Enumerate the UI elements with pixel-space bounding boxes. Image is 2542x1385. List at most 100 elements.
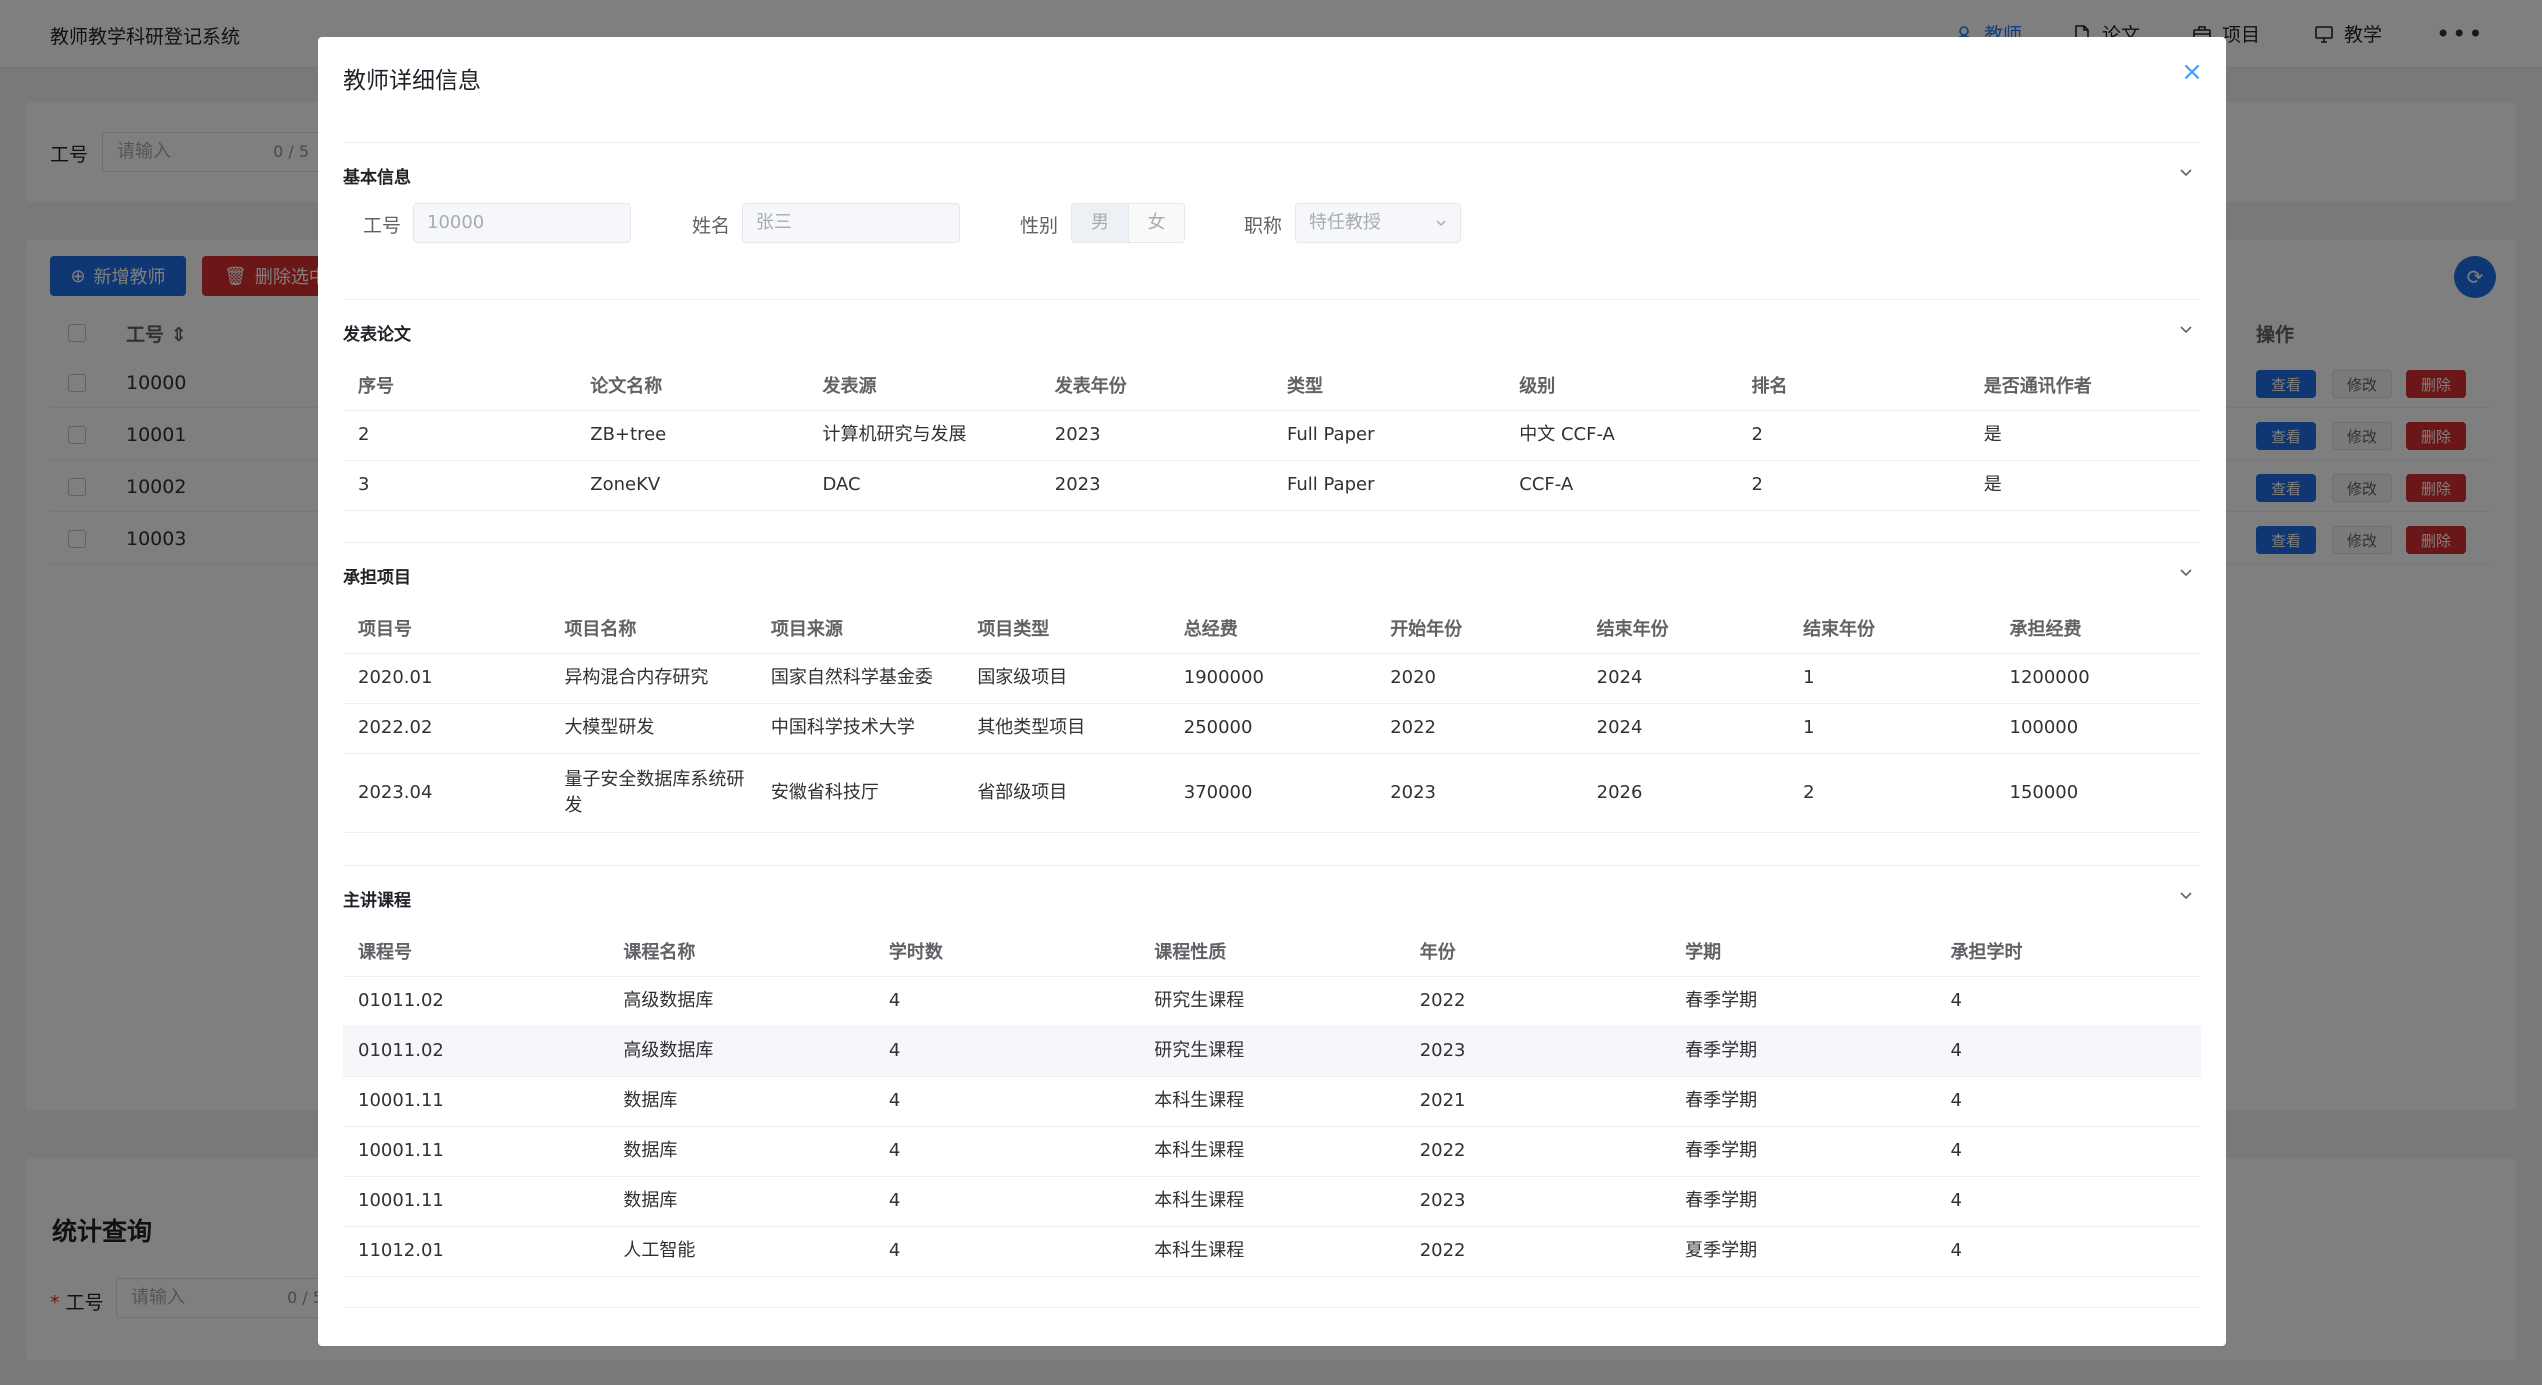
table-row: 2023.04 量子安全数据库系统研发 安徽省科技厅 省部级项目 370000 … [343, 753, 2201, 833]
table-cell: 本科生课程 [1139, 1126, 1405, 1177]
chevron-down-icon[interactable] [2177, 563, 2195, 581]
basic-info-section-header[interactable]: 基本信息 [343, 161, 2201, 191]
column-header: 项目类型 [962, 603, 1169, 654]
courses-title: 主讲课程 [343, 891, 411, 911]
column-header: 发表年份 [1039, 360, 1272, 411]
table-cell: 1200000 [1994, 653, 2201, 704]
column-header: 类型 [1272, 360, 1505, 411]
courses-table: 课程号 课程名称 学时数 课程性质 年份 学期 承担学时 01011.02 高级… [343, 926, 2201, 1277]
table-cell: 11012.01 [343, 1226, 609, 1277]
column-header: 发表源 [807, 360, 1040, 411]
table-cell: 数据库 [608, 1076, 874, 1127]
column-header: 级别 [1504, 360, 1737, 411]
gender-female-option[interactable]: 女 [1128, 204, 1184, 242]
table-cell: 本科生课程 [1139, 1176, 1405, 1227]
papers-title: 发表论文 [343, 325, 411, 345]
column-header: 课程名称 [608, 926, 874, 977]
chevron-down-icon[interactable] [2177, 320, 2195, 338]
table-cell: 10001.11 [343, 1126, 609, 1177]
table-cell: 夏季学期 [1670, 1226, 1936, 1277]
table-cell: 人工智能 [608, 1226, 874, 1277]
column-header: 学时数 [873, 926, 1140, 977]
divider [343, 865, 2201, 866]
gender-male-option[interactable]: 男 [1072, 204, 1128, 242]
divider [343, 142, 2201, 143]
table-cell: 1 [1788, 703, 1995, 754]
table-cell: 春季学期 [1670, 1176, 1936, 1227]
column-header: 项目号 [343, 603, 550, 654]
table-cell: 异构混合内存研究 [549, 653, 756, 704]
table-header-row: 序号 论文名称 发表源 发表年份 类型 级别 排名 是否通讯作者 [343, 360, 2201, 411]
table-cell: 研究生课程 [1139, 1026, 1405, 1077]
table-cell: 春季学期 [1670, 1026, 1936, 1077]
table-cell: 大模型研发 [549, 703, 756, 754]
table-cell: 2023 [1039, 460, 1272, 511]
table-cell: 中文 CCF-A [1504, 410, 1737, 461]
column-header: 是否通讯作者 [1968, 360, 2201, 411]
table-cell: 150000 [1994, 753, 2201, 833]
table-cell: 数据库 [608, 1126, 874, 1177]
table-cell: 春季学期 [1670, 976, 1936, 1027]
table-cell: 2022 [1375, 703, 1582, 754]
title-select[interactable]: 特任教授 [1295, 203, 1461, 243]
table-row: 10001.11 数据库 4 本科生课程 2021 春季学期 4 [343, 1076, 2201, 1127]
table-row: 01011.02 高级数据库 4 研究生课程 2023 春季学期 4 [343, 1026, 2201, 1077]
table-cell: 2024 [1581, 703, 1789, 754]
column-header: 排名 [1736, 360, 1969, 411]
table-header-row: 项目号 项目名称 项目来源 项目类型 总经费 开始年份 结束年份 结束年份 承担… [343, 603, 2201, 654]
title-select-value: 特任教授 [1309, 212, 1381, 233]
gender-radio-group[interactable]: 男 女 [1071, 203, 1185, 243]
table-cell: 4 [1935, 1126, 2201, 1177]
id-field[interactable]: 10000 [413, 203, 631, 243]
table-cell: 研究生课程 [1139, 976, 1405, 1027]
table-cell: 其他类型项目 [962, 703, 1169, 754]
table-cell: 4 [873, 1026, 1140, 1077]
column-header: 开始年份 [1375, 603, 1582, 654]
table-cell: 国家自然科学基金委 [755, 653, 963, 704]
table-cell: 01011.02 [343, 976, 609, 1027]
table-cell: 计算机研究与发展 [807, 410, 1040, 461]
divider [343, 1307, 2201, 1308]
name-field[interactable]: 张三 [742, 203, 960, 243]
table-cell: 中国科学技术大学 [755, 703, 963, 754]
table-cell: 2021 [1404, 1076, 1671, 1127]
table-cell: DAC [807, 460, 1040, 511]
table-cell: 数据库 [608, 1176, 874, 1227]
column-header: 承担学时 [1935, 926, 2201, 977]
id-label: 工号 [363, 215, 402, 237]
column-header: 论文名称 [575, 360, 808, 411]
table-cell: Full Paper [1272, 410, 1505, 461]
table-cell: 2023 [1375, 753, 1582, 833]
papers-table: 序号 论文名称 发表源 发表年份 类型 级别 排名 是否通讯作者 2 ZB+tr… [343, 360, 2201, 511]
table-row: 2022.02 大模型研发 中国科学技术大学 其他类型项目 250000 202… [343, 703, 2201, 754]
papers-section-header[interactable]: 发表论文 [343, 318, 2201, 348]
table-cell: 10001.11 [343, 1076, 609, 1127]
column-header: 承担经费 [1994, 603, 2201, 654]
table-cell: CCF-A [1504, 460, 1737, 511]
table-cell: 4 [873, 976, 1140, 1027]
close-icon[interactable]: × [2180, 59, 2204, 85]
chevron-down-icon[interactable] [2177, 163, 2195, 181]
name-label: 姓名 [692, 215, 731, 237]
table-cell: 国家级项目 [962, 653, 1169, 704]
table-cell: 2022 [1404, 976, 1671, 1027]
column-header: 结束年份 [1788, 603, 1995, 654]
courses-section-header[interactable]: 主讲课程 [343, 884, 2201, 914]
projects-section-header[interactable]: 承担项目 [343, 561, 2201, 591]
table-cell: 2 [1736, 460, 1969, 511]
table-cell: 01011.02 [343, 1026, 609, 1077]
title-label: 职称 [1244, 215, 1283, 237]
table-cell: 本科生课程 [1139, 1226, 1405, 1277]
table-cell: 2 [343, 410, 576, 461]
table-cell: 2023 [1404, 1026, 1671, 1077]
table-cell: 2 [1736, 410, 1969, 461]
column-header: 项目来源 [755, 603, 963, 654]
table-row: 2020.01 异构混合内存研究 国家自然科学基金委 国家级项目 1900000… [343, 653, 2201, 704]
table-cell: 4 [873, 1076, 1140, 1127]
chevron-down-icon[interactable] [2177, 886, 2195, 904]
column-header: 年份 [1404, 926, 1671, 977]
table-cell: 2020 [1375, 653, 1582, 704]
table-cell: 370000 [1168, 753, 1376, 833]
teacher-detail-dialog: 教师详细信息 × 基本信息 工号 10000 姓名 张三 性别 男 女 职称 特… [318, 37, 2226, 1346]
table-row: 2 ZB+tree 计算机研究与发展 2023 Full Paper 中文 CC… [343, 410, 2201, 461]
